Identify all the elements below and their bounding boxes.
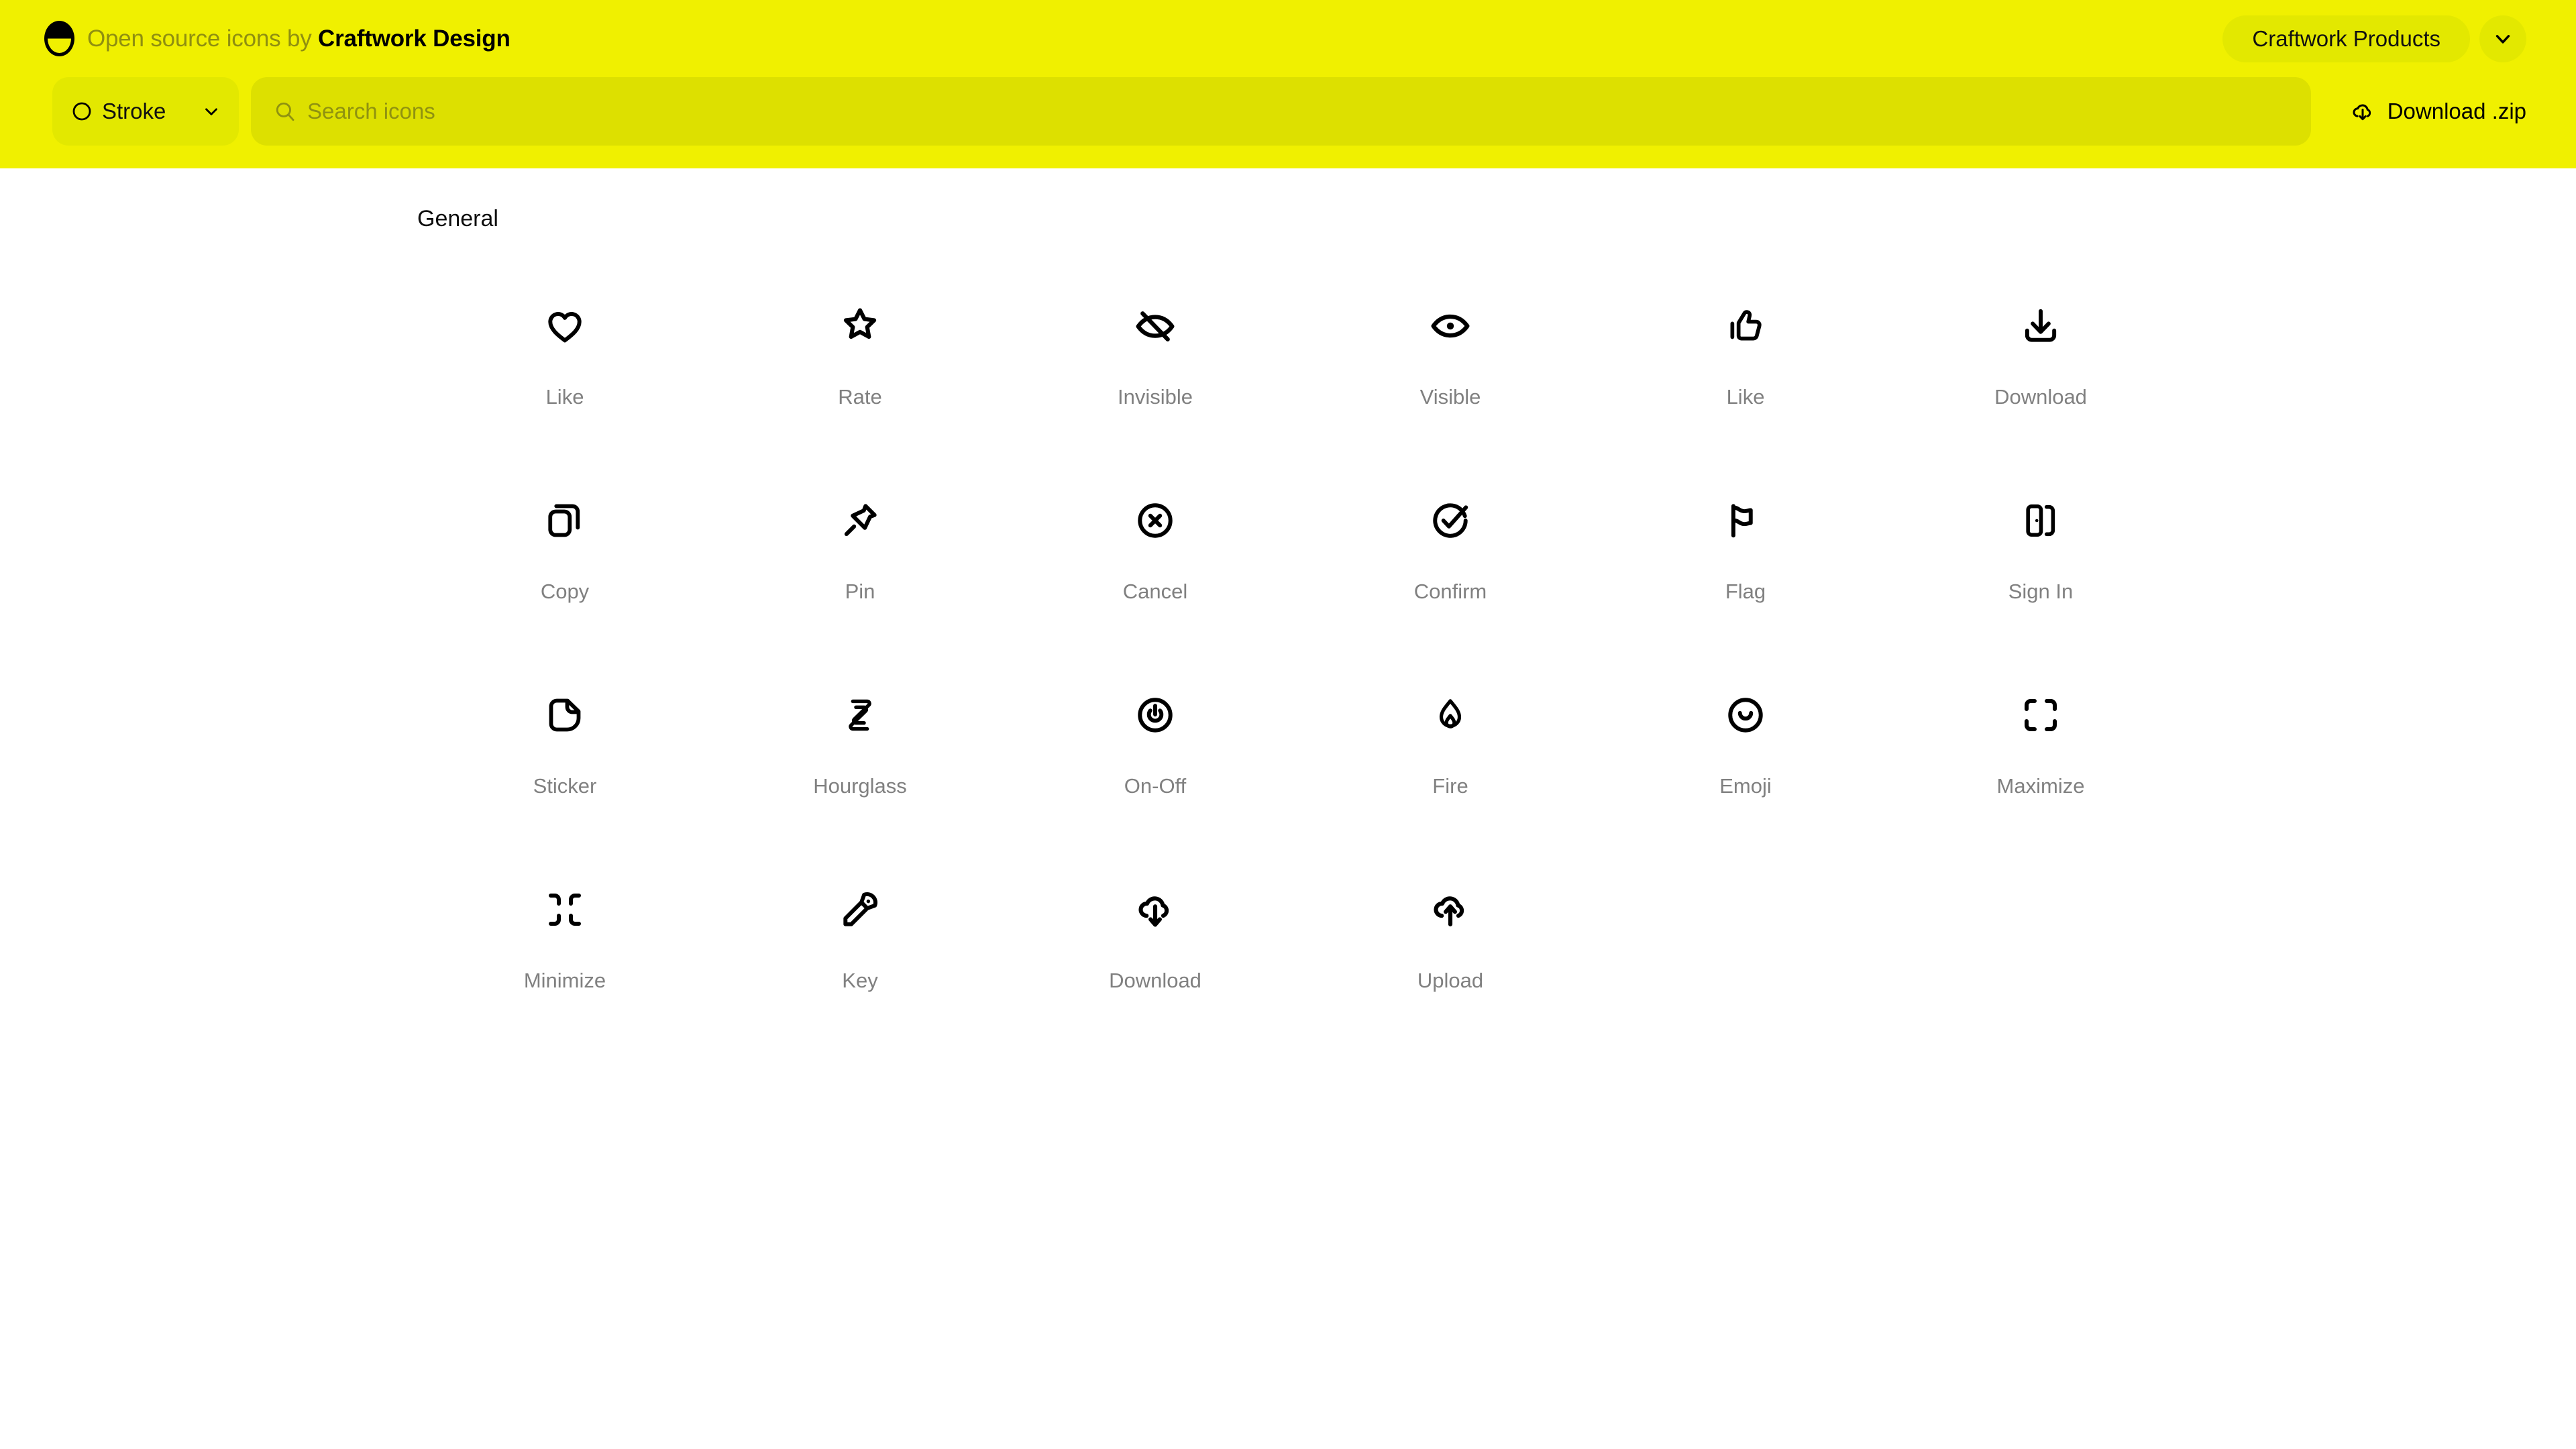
icon-label: Like [1726,385,1765,409]
icon-card-emoji[interactable]: Emoji [1598,683,1893,798]
icon-label: Flag [1725,580,1766,603]
chevron-down-icon [201,101,221,121]
products-group: Craftwork Products [2222,15,2526,62]
brand-name: Craftwork Design [318,25,511,52]
cloud-download-icon [2350,99,2375,124]
icon-card-minimize[interactable]: Minimize [417,877,712,993]
app-header: Open source icons by Craftwork Design Cr… [0,0,2576,168]
thumbs-up-icon [1713,294,1778,358]
icon-card-sticker[interactable]: Sticker [417,683,712,798]
star-icon [828,294,892,358]
icon-card-visible[interactable]: Visible [1303,294,1598,409]
icon-label: Maximize [1996,774,2085,798]
icon-card-rate[interactable]: Rate [712,294,1008,409]
icon-card-fire[interactable]: Fire [1303,683,1598,798]
search-input[interactable]: Search icons [251,77,2311,146]
icon-label: Pin [845,580,875,603]
icon-card-cancel[interactable]: Cancel [1008,488,1303,604]
icon-label: Hourglass [813,774,907,798]
main-content: General Like Rate Invisible Visible Like… [0,168,2576,993]
icon-card-download-tray[interactable]: Download [1893,294,2188,409]
eye-icon [1418,294,1483,358]
products-dropdown-button[interactable] [2479,15,2526,62]
power-icon [1123,683,1187,747]
style-select-label: Stroke [102,99,166,123]
emoji-smile-icon [1713,683,1778,747]
icon-card-pin[interactable]: Pin [712,488,1008,604]
icon-label: Fire [1432,774,1468,798]
icon-card-like-heart[interactable]: Like [417,294,712,409]
pin-icon [828,488,892,553]
header-top-bar: Open source icons by Craftwork Design Cr… [0,0,2576,77]
icon-label: Download [1109,969,1201,992]
icon-label: Upload [1417,969,1484,992]
icon-card-like-thumb[interactable]: Like [1598,294,1893,409]
icon-card-maximize[interactable]: Maximize [1893,683,2188,798]
icon-card-key[interactable]: Key [712,877,1008,993]
cloud-download-icon [1123,877,1187,942]
download-zip-button[interactable]: Download .zip [2323,99,2526,124]
icon-label: Confirm [1413,580,1487,603]
icon-label: Download [1994,385,2087,409]
heart-icon [533,294,597,358]
icon-label: Copy [540,580,590,603]
style-select[interactable]: Stroke [52,77,239,146]
icon-card-copy[interactable]: Copy [417,488,712,604]
icon-card-cloud-upload[interactable]: Upload [1303,877,1598,993]
icon-label: Invisible [1118,385,1193,409]
icon-card-on-off[interactable]: On-Off [1008,683,1303,798]
fire-icon [1418,683,1483,747]
icon-label: On-Off [1124,774,1187,798]
craftwork-products-label: Craftwork Products [2252,25,2440,51]
circle-outline-icon [71,101,93,122]
craftwork-logo-icon [44,21,74,56]
icon-label: Key [842,969,878,992]
icon-card-cloud-download[interactable]: Download [1008,877,1303,993]
icon-label: Like [545,385,584,409]
sign-in-door-icon [2008,488,2073,553]
style-select-value-group: Stroke [71,99,166,124]
icon-label: Sign In [2008,580,2074,603]
download-tray-icon [2008,294,2073,358]
eye-off-icon [1123,294,1187,358]
flag-icon [1713,488,1778,553]
copy-icon [533,488,597,553]
icon-card-flag[interactable]: Flag [1598,488,1893,604]
search-icon [274,100,297,123]
toolbar: Stroke Search icons Download .zip [0,77,2576,146]
brand: Open source icons by Craftwork Design [44,21,511,56]
section-title-general: General [417,206,498,231]
icon-label: Cancel [1122,580,1188,603]
cloud-upload-icon [1418,877,1483,942]
icon-card-invisible[interactable]: Invisible [1008,294,1303,409]
download-zip-label: Download .zip [2387,99,2526,123]
circle-x-icon [1123,488,1187,553]
chevron-down-icon [2491,28,2514,50]
icon-label: Sticker [533,774,597,798]
icon-grid: Like Rate Invisible Visible Like Downloa… [0,232,2576,993]
minimize-icon [533,877,597,942]
circle-check-icon [1418,488,1483,553]
search-input-placeholder: Search icons [307,99,435,123]
hourglass-icon [828,683,892,747]
maximize-icon [2008,683,2073,747]
icon-label: Rate [838,385,882,409]
sticker-page-icon [533,683,597,747]
icon-card-confirm[interactable]: Confirm [1303,488,1598,604]
craftwork-products-button[interactable]: Craftwork Products [2222,15,2470,62]
icon-card-hourglass[interactable]: Hourglass [712,683,1008,798]
icon-label: Emoji [1719,774,1772,798]
key-icon [828,877,892,942]
brand-tagline-prefix: Open source icons by [87,25,319,52]
icon-label: Visible [1419,385,1481,409]
icon-label: Minimize [523,969,606,992]
icon-card-sign-in[interactable]: Sign In [1893,488,2188,604]
brand-tagline: Open source icons by Craftwork Design [87,25,511,52]
